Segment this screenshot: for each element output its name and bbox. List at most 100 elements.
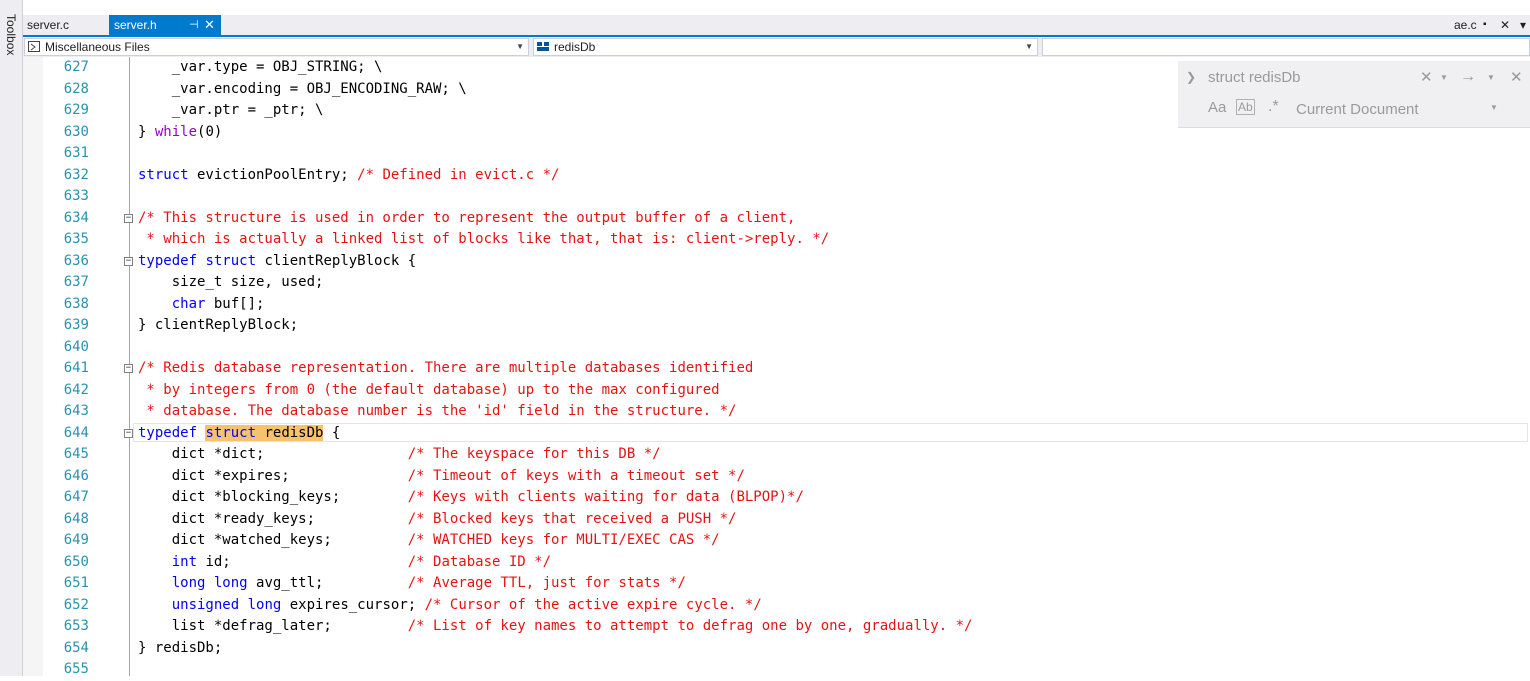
code-line[interactable]: 651 long long avg_ttl; /* Average TTL, j…	[0, 573, 1530, 595]
code-line[interactable]: 639} clientReplyBlock;	[0, 315, 1530, 337]
code-line[interactable]: 640	[0, 337, 1530, 359]
code-text: } redisDb;	[138, 638, 222, 660]
code-line[interactable]: 647 dict *blocking_keys; /* Keys with cl…	[0, 487, 1530, 509]
project-dropdown[interactable]: Miscellaneous Files ▼	[24, 38, 529, 56]
code-line[interactable]: 638 char buf[];	[0, 294, 1530, 316]
pin-icon[interactable]: ⊣	[189, 15, 199, 35]
close-find-icon[interactable]: ✕	[1510, 67, 1523, 89]
code-text: list *defrag_later; /* List of key names…	[138, 616, 973, 638]
code-text: _var.ptr = _ptr; \	[138, 100, 324, 122]
code-token: * which is actually a linked list of blo…	[138, 231, 830, 247]
scope-label: redisDb	[554, 40, 596, 54]
code-text: /* This structure is used in order to re…	[138, 208, 795, 230]
tab-list-dropdown-icon[interactable]: ▾	[1520, 15, 1526, 35]
code-token: clientReplyBlock {	[256, 252, 417, 269]
code-token: typedef	[138, 424, 198, 441]
code-line[interactable]: 650 int id; /* Database ID */	[0, 552, 1530, 574]
find-next-icon[interactable]: →	[1460, 66, 1476, 88]
find-options-dropdown-icon[interactable]: ▼	[1487, 67, 1495, 89]
code-line[interactable]: 646 dict *expires; /* Timeout of keys wi…	[0, 466, 1530, 488]
code-line[interactable]: 635 * which is actually a linked list of…	[0, 229, 1530, 251]
code-token: long	[213, 575, 248, 591]
code-token: /* Timeout of keys with a timeout set */	[407, 467, 745, 484]
code-editor[interactable]: 627 _var.type = OBJ_STRING; \ 628 _var.en…	[0, 57, 1530, 677]
current-line-highlight	[133, 422, 1528, 442]
line-number: 641	[63, 360, 89, 376]
line-number: 646	[63, 467, 89, 484]
toggle-replace-icon[interactable]: ❯	[1186, 70, 1196, 84]
tab-server-h[interactable]: server.h ⊣ ✕	[109, 15, 221, 35]
search-match-highlight: struct	[205, 424, 257, 441]
code-token: /* The keyspace for this DB */	[407, 446, 661, 462]
code-line[interactable]: 641 −/* Redis database representation. Th…	[0, 358, 1530, 380]
tab-server-c[interactable]: server.c	[23, 15, 108, 35]
code-text: dict *blocking_keys; /* Keys with client…	[138, 487, 804, 509]
code-line[interactable]: 633	[0, 186, 1530, 208]
code-token: * database. The database number is the '…	[138, 403, 737, 419]
member-dropdown[interactable]	[1042, 38, 1530, 56]
chevron-down-icon[interactable]: ▼	[1490, 103, 1498, 112]
code-line[interactable]: 644 − typedef struct redisDb {	[0, 422, 1530, 445]
code-line[interactable]: 649 dict *watched_keys; /* WATCHED keys …	[0, 530, 1530, 552]
code-text: * database. The database number is the '…	[138, 401, 736, 423]
collapse-icon[interactable]: −	[124, 428, 133, 438]
code-token: dict *dict;	[138, 446, 408, 462]
line-number: 642	[63, 381, 89, 398]
tab-label: server.h	[114, 18, 157, 32]
code-line[interactable]: 637 size_t size, used;	[0, 272, 1530, 294]
code-token: {	[323, 424, 341, 441]
clear-search-icon[interactable]: ✕	[1420, 67, 1433, 89]
collapse-icon[interactable]: −	[124, 213, 133, 223]
code-line[interactable]: 642 * by integers from 0 (the default da…	[0, 380, 1530, 402]
close-icon[interactable]: ✕	[1500, 15, 1510, 35]
find-input[interactable]: struct redisDb	[1208, 67, 1448, 89]
code-line[interactable]: 648 dict *ready_keys; /* Blocked keys th…	[0, 509, 1530, 531]
code-token: unsigned	[171, 596, 240, 613]
whole-word-icon[interactable]: Ab	[1236, 99, 1255, 115]
code-token: /* Redis database representation. There …	[138, 360, 754, 376]
code-line[interactable]: 631	[0, 143, 1530, 165]
code-text: char buf[];	[138, 294, 265, 316]
code-line[interactable]: 632 struct evictionPoolEntry; /* Defined …	[0, 165, 1530, 187]
code-token: /* Defined in evict.c */	[357, 166, 560, 183]
collapse-icon[interactable]: −	[124, 256, 133, 266]
code-line[interactable]: 655	[0, 659, 1530, 681]
line-number: 637	[63, 274, 89, 290]
line-number: 629	[63, 102, 89, 118]
code-text: _var.encoding = OBJ_ENCODING_RAW; \	[138, 79, 467, 101]
history-dropdown-icon[interactable]: ▼	[1440, 67, 1448, 89]
preview-tab-ae-c[interactable]: ae.c	[1454, 15, 1477, 35]
match-case-icon[interactable]: Aa	[1208, 99, 1226, 116]
code-token: /* WATCHED keys for MULTI/EXEC CAS */	[407, 532, 720, 548]
code-text: int id; /* Database ID */	[138, 552, 551, 574]
code-line[interactable]: 645 dict *dict; /* The keyspace for this…	[0, 444, 1530, 466]
project-label: Miscellaneous Files	[45, 40, 150, 54]
code-line[interactable]: 654} redisDb;	[0, 638, 1530, 660]
collapse-icon[interactable]: −	[124, 364, 133, 373]
regex-icon[interactable]: .*	[1268, 98, 1279, 116]
chevron-down-icon: ▼	[1025, 42, 1033, 51]
code-token: /* Average TTL, just for stats */	[407, 575, 686, 591]
search-scope-label[interactable]: Current Document	[1296, 101, 1419, 118]
chevron-down-icon: ▼	[516, 42, 524, 51]
code-line[interactable]: 652 unsigned long expires_cursor; /* Cur…	[0, 595, 1530, 617]
close-icon[interactable]: ✕	[204, 15, 215, 35]
code-line[interactable]: 643 * database. The database number is t…	[0, 401, 1530, 423]
scope-dropdown[interactable]: redisDb ▼	[533, 38, 1038, 56]
code-line[interactable]: 636 − typedef struct clientReplyBlock {	[0, 251, 1530, 273]
pin-icon[interactable]: ▪	[1483, 15, 1487, 35]
code-text: * by integers from 0 (the default databa…	[138, 380, 719, 402]
code-line[interactable]: 634 −/* This structure is used in order t…	[0, 208, 1530, 230]
code-token: long	[171, 575, 206, 591]
code-line[interactable]: 653 list *defrag_later; /* List of key n…	[0, 616, 1530, 638]
toolbox-label[interactable]: Toolbox	[4, 14, 18, 55]
code-text: typedef struct redisDb {	[138, 423, 340, 445]
code-token: list *defrag_later;	[138, 618, 408, 634]
line-number: 647	[63, 489, 89, 505]
code-text: dict *expires; /* Timeout of keys with a…	[138, 466, 745, 488]
